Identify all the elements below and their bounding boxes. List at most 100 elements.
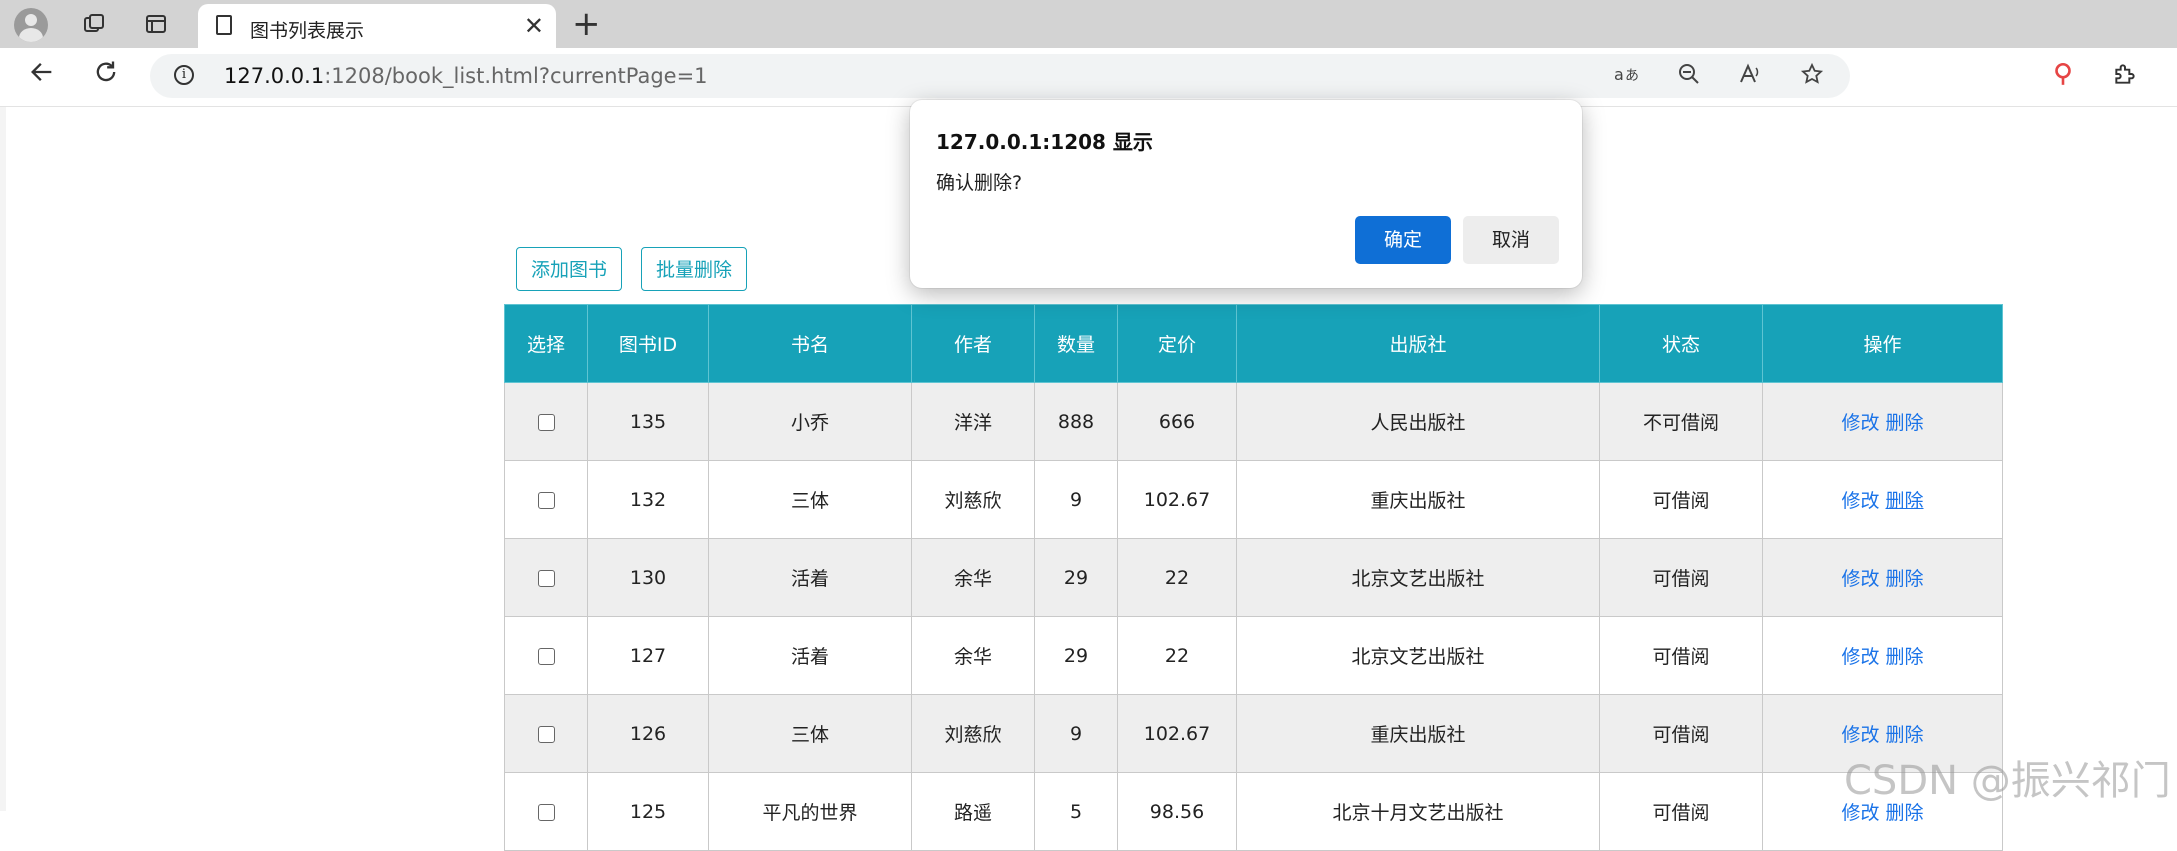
cell-title: 三体 [708, 460, 912, 539]
col-quantity: 数量 [1034, 304, 1118, 383]
cell-quantity: 29 [1034, 616, 1118, 695]
add-book-button[interactable]: 添加图书 [516, 247, 623, 291]
profile-avatar-icon[interactable] [14, 8, 48, 42]
row-checkbox[interactable] [537, 647, 555, 665]
page-icon [216, 15, 232, 35]
cell-id: 127 [587, 616, 709, 695]
col-price: 定价 [1117, 304, 1237, 383]
cell-publisher: 北京文艺出版社 [1236, 616, 1600, 695]
book-table: 选择 图书ID 书名 作者 数量 定价 出版社 状态 操作 135 小乔 洋洋 … [504, 304, 2003, 851]
translate-icon[interactable]: aあ [1613, 64, 1647, 92]
col-actions: 操作 [1762, 304, 2003, 383]
col-select: 选择 [504, 304, 588, 383]
cell-publisher: 北京文艺出版社 [1236, 538, 1600, 617]
edit-link[interactable]: 修改 [1841, 490, 1879, 512]
csdn-watermark: CSDN @振兴祁门 [1844, 758, 2171, 804]
cell-title: 活着 [708, 616, 912, 695]
zoom-out-icon[interactable] [1677, 64, 1709, 92]
cell-status: 可借阅 [1599, 694, 1763, 773]
cell-id: 130 [587, 538, 709, 617]
address-toolbar: i 127.0.0.1:1208/book_list.html?currentP… [0, 48, 2177, 107]
cell-publisher: 人民出版社 [1236, 382, 1600, 461]
cell-title: 活着 [708, 538, 912, 617]
table-row: 132 三体 刘慈欣 9 102.67 重庆出版社 可借阅 修改 删除 [504, 460, 2003, 539]
favorite-star-icon[interactable] [1800, 62, 1824, 92]
cell-id: 132 [587, 460, 709, 539]
dialog-title: 127.0.0.1:1208 显示 [936, 130, 1153, 154]
cell-quantity: 29 [1034, 538, 1118, 617]
delete-link[interactable]: 删除 [1886, 568, 1924, 590]
cell-price: 666 [1117, 382, 1237, 461]
cell-quantity: 9 [1034, 694, 1118, 773]
confirm-dialog: 127.0.0.1:1208 显示 确认删除? 确定 取消 [910, 100, 1582, 288]
delete-link[interactable]: 删除 [1886, 724, 1924, 746]
cell-title: 三体 [708, 694, 912, 773]
cell-author: 刘慈欣 [911, 694, 1035, 773]
tab-actions-icon[interactable] [138, 6, 174, 42]
cell-status: 可借阅 [1599, 616, 1763, 695]
col-status: 状态 [1599, 304, 1763, 383]
edit-link[interactable]: 修改 [1841, 412, 1879, 434]
cell-price: 22 [1117, 616, 1237, 695]
cell-status: 可借阅 [1599, 772, 1763, 851]
delete-link[interactable]: 删除 [1886, 646, 1924, 668]
cell-author: 余华 [911, 616, 1035, 695]
cell-id: 125 [587, 772, 709, 851]
svg-text:a: a [1614, 65, 1624, 84]
table-header-row: 选择 图书ID 书名 作者 数量 定价 出版社 状态 操作 [504, 304, 2003, 383]
row-checkbox[interactable] [537, 725, 555, 743]
table-row: 125 平凡的世界 路遥 5 98.56 北京十月文艺出版社 可借阅 修改 删除 [504, 772, 2003, 851]
col-author: 作者 [911, 304, 1035, 383]
new-tab-icon[interactable]: + [572, 4, 601, 44]
cell-quantity: 9 [1034, 460, 1118, 539]
delete-link[interactable]: 删除 [1886, 412, 1924, 434]
row-checkbox[interactable] [537, 569, 555, 587]
cell-status: 可借阅 [1599, 460, 1763, 539]
svg-text:あ: あ [1625, 68, 1639, 84]
cell-price: 102.67 [1117, 694, 1237, 773]
cell-status: 不可借阅 [1599, 382, 1763, 461]
edit-link[interactable]: 修改 [1841, 646, 1879, 668]
workspaces-icon[interactable] [76, 6, 112, 42]
table-row: 127 活着 余华 29 22 北京文艺出版社 可借阅 修改 删除 [504, 616, 2003, 695]
table-row: 126 三体 刘慈欣 9 102.67 重庆出版社 可借阅 修改 删除 [504, 694, 2003, 773]
edit-link[interactable]: 修改 [1841, 568, 1879, 590]
cell-author: 刘慈欣 [911, 460, 1035, 539]
close-tab-icon[interactable]: ✕ [524, 12, 544, 40]
cell-author: 余华 [911, 538, 1035, 617]
confirm-ok-button[interactable]: 确定 [1355, 216, 1451, 264]
cell-quantity: 5 [1034, 772, 1118, 851]
row-checkbox[interactable] [537, 491, 555, 509]
cell-title: 小乔 [708, 382, 912, 461]
col-title: 书名 [708, 304, 912, 383]
dialog-message: 确认删除? [936, 172, 1023, 194]
site-info-icon[interactable]: i [174, 65, 194, 85]
row-checkbox[interactable] [537, 413, 555, 431]
active-browser-tab[interactable]: 图书列表展示 ✕ [198, 4, 556, 48]
row-checkbox[interactable] [537, 803, 555, 821]
cell-price: 98.56 [1117, 772, 1237, 851]
confirm-cancel-button[interactable]: 取消 [1463, 216, 1559, 264]
cell-author: 路遥 [911, 772, 1035, 851]
col-book-id: 图书ID [587, 304, 709, 383]
batch-delete-button[interactable]: 批量删除 [641, 247, 748, 291]
cell-price: 102.67 [1117, 460, 1237, 539]
cell-quantity: 888 [1034, 382, 1118, 461]
extension-pin-icon[interactable] [2050, 60, 2076, 96]
back-arrow-icon[interactable] [28, 58, 56, 95]
refresh-icon[interactable] [92, 58, 120, 95]
address-field[interactable]: i 127.0.0.1:1208/book_list.html?currentP… [150, 54, 1850, 98]
cell-publisher: 重庆出版社 [1236, 694, 1600, 773]
cell-price: 22 [1117, 538, 1237, 617]
table-row: 135 小乔 洋洋 888 666 人民出版社 不可借阅 修改 删除 [504, 382, 2003, 461]
url-text: 127.0.0.1:1208/book_list.html?currentPag… [224, 64, 708, 88]
edit-link[interactable]: 修改 [1841, 724, 1879, 746]
cell-title: 平凡的世界 [708, 772, 912, 851]
cell-author: 洋洋 [911, 382, 1035, 461]
read-aloud-icon[interactable] [1738, 63, 1770, 92]
cell-publisher: 北京十月文艺出版社 [1236, 772, 1600, 851]
table-row: 130 活着 余华 29 22 北京文艺出版社 可借阅 修改 删除 [504, 538, 2003, 617]
cell-publisher: 重庆出版社 [1236, 460, 1600, 539]
delete-link[interactable]: 删除 [1886, 490, 1924, 512]
extensions-puzzle-icon[interactable] [2112, 60, 2138, 96]
